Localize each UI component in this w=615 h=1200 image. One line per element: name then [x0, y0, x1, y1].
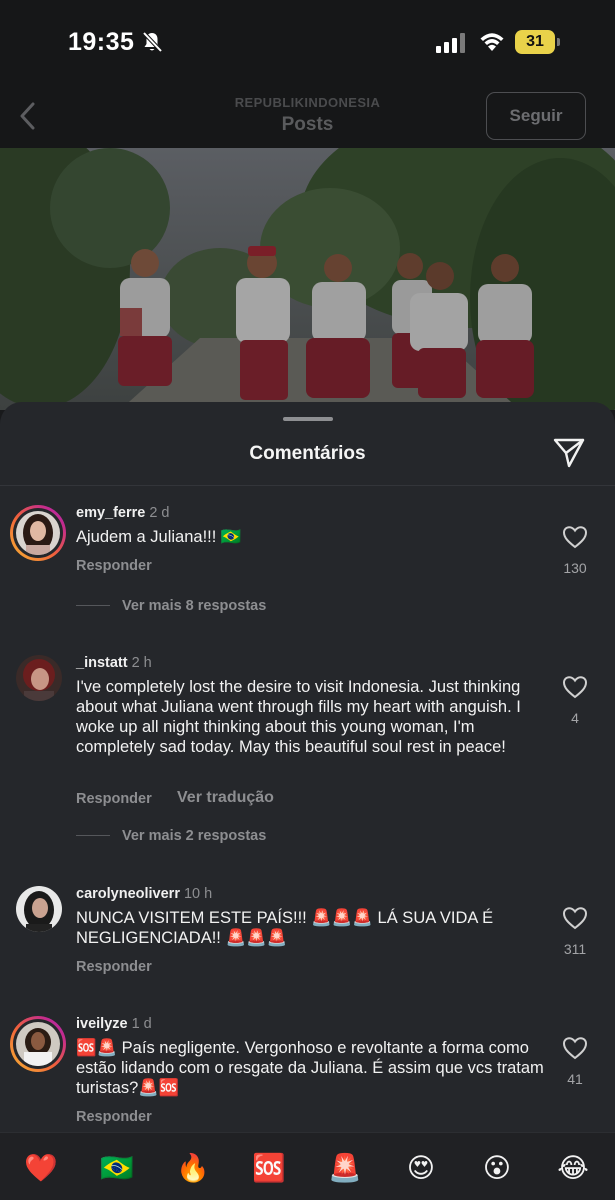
- avatar[interactable]: [16, 886, 62, 932]
- divider: [0, 485, 615, 486]
- comment-header: _instatt 2 h: [76, 655, 152, 671]
- comment-text: 🆘🚨 País negligente. Vergonhoso e revolta…: [76, 1039, 544, 1097]
- status-time: 19:35: [68, 28, 135, 56]
- comment-time: 2 h: [131, 655, 152, 671]
- comment-time: 1 d: [131, 1016, 152, 1032]
- emoji-brazil-flag[interactable]: 🇧🇷: [97, 1149, 137, 1189]
- sheet-title: Comentários: [249, 443, 366, 464]
- comment-header: emy_ferre 2 d: [76, 505, 170, 521]
- like-count: 4: [571, 710, 579, 726]
- comment-time: 10 h: [183, 886, 213, 902]
- comment-username[interactable]: iveilyze: [76, 1016, 128, 1032]
- comment-time: 2 d: [149, 505, 170, 521]
- avatar[interactable]: [16, 655, 62, 701]
- emoji-reaction-bar: ❤️ 🇧🇷 🔥 🆘 🚨 😍 😮 😂: [0, 1132, 615, 1200]
- heart-outline-icon[interactable]: [562, 906, 588, 930]
- reply-button[interactable]: Responder: [76, 558, 152, 574]
- heart-outline-icon[interactable]: [562, 1036, 588, 1060]
- comment-username[interactable]: carolyneoliverr: [76, 886, 180, 902]
- screen: 19:35 31 REPUBLIKINDONESIA Posts Seguir …: [0, 0, 615, 1200]
- avatar-story-ring[interactable]: [10, 505, 66, 561]
- comment-text: NUNCA VISITEM ESTE PAÍS!!! 🚨🚨🚨 LÁ SUA VI…: [76, 909, 494, 947]
- nav-bar: REPUBLIKINDONESIA Posts Seguir: [0, 86, 615, 148]
- emoji-siren[interactable]: 🚨: [325, 1149, 365, 1189]
- drag-handle[interactable]: [283, 417, 333, 421]
- follow-button[interactable]: Seguir: [486, 92, 586, 140]
- avatar: [16, 1022, 60, 1066]
- cellular-signal-icon: [436, 33, 465, 53]
- avatar-story-ring[interactable]: [10, 1016, 66, 1072]
- bell-slash-icon: [142, 31, 163, 53]
- emoji-heart-eyes[interactable]: 😍: [401, 1149, 441, 1189]
- view-more-replies[interactable]: Ver mais 8 respostas: [122, 598, 266, 614]
- heart-outline-icon[interactable]: [562, 525, 588, 549]
- comment-username[interactable]: emy_ferre: [76, 505, 145, 521]
- emoji-heart[interactable]: ❤️: [21, 1149, 61, 1189]
- view-more-replies[interactable]: Ver mais 2 respostas: [122, 828, 266, 844]
- wifi-icon: [480, 33, 504, 51]
- comment-header: iveilyze 1 d: [76, 1016, 152, 1032]
- battery-level: 31: [515, 30, 555, 54]
- more-replies-line: [76, 835, 110, 836]
- status-bar: 19:35 31: [0, 0, 615, 86]
- reply-button[interactable]: Responder: [76, 791, 152, 807]
- avatar: [16, 511, 60, 555]
- like-count: 311: [563, 941, 587, 957]
- emoji-laughing[interactable]: 😂: [553, 1149, 593, 1189]
- paper-plane-icon[interactable]: [552, 435, 586, 469]
- comment-text: Ajudem a Juliana!!! 🇧🇷: [76, 528, 242, 546]
- reply-button[interactable]: Responder: [76, 1109, 152, 1125]
- battery-tip: [557, 38, 560, 46]
- emoji-surprised[interactable]: 😮: [477, 1149, 517, 1189]
- comment-header: carolyneoliverr 10 h: [76, 886, 212, 902]
- reply-button[interactable]: Responder: [76, 959, 152, 975]
- comment-username[interactable]: _instatt: [76, 655, 128, 671]
- like-count: 41: [567, 1071, 583, 1087]
- emoji-sos[interactable]: 🆘: [249, 1149, 289, 1189]
- battery-indicator: 31: [515, 30, 561, 54]
- post-image: [0, 148, 615, 410]
- emoji-fire[interactable]: 🔥: [173, 1149, 213, 1189]
- like-count: 130: [563, 560, 587, 576]
- more-replies-line: [76, 605, 110, 606]
- see-translation-button[interactable]: Ver tradução: [177, 789, 274, 807]
- heart-outline-icon[interactable]: [562, 675, 588, 699]
- comment-text: I've completely lost the desire to visit…: [76, 678, 521, 756]
